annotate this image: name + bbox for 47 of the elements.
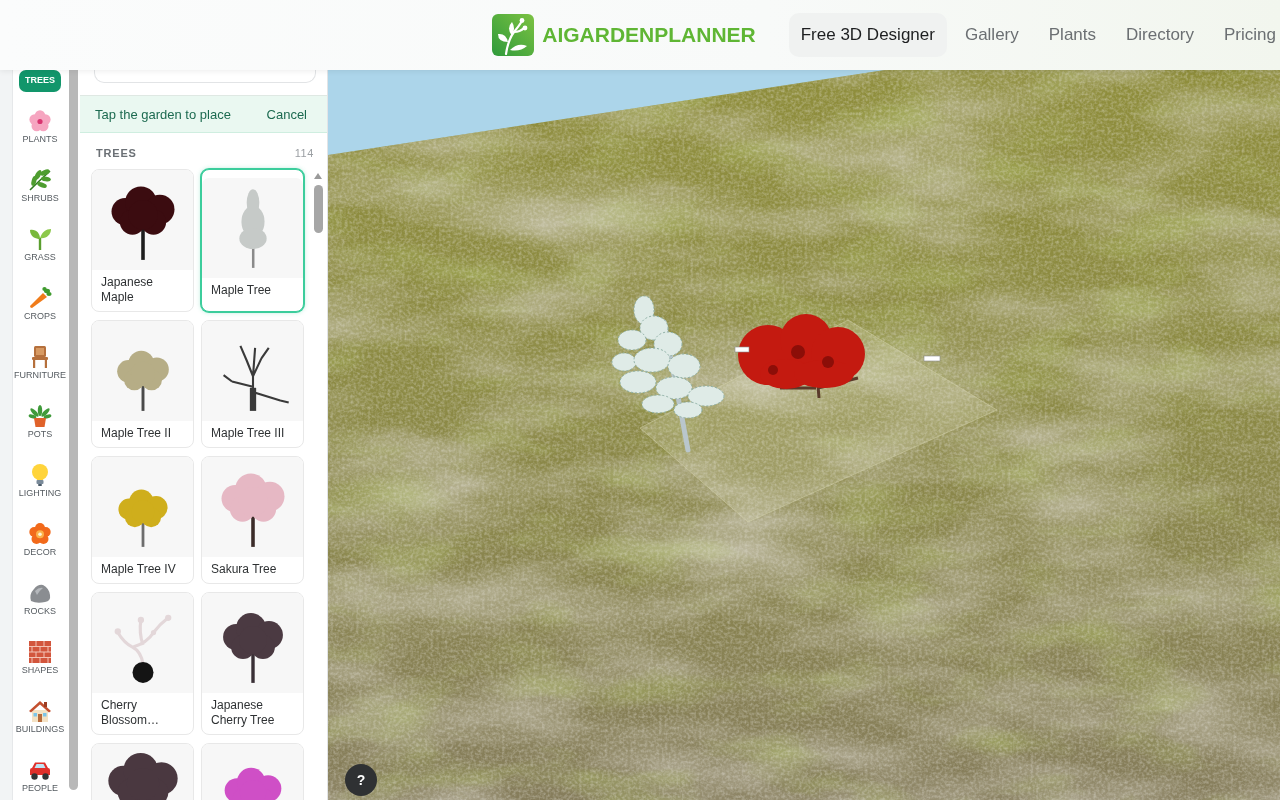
house-icon — [28, 699, 52, 723]
bushy-tree[interactable] — [738, 314, 865, 400]
section-title: TREES — [96, 147, 137, 159]
category-button[interactable]: DECOR — [19, 517, 61, 564]
item-count: 114 — [294, 147, 314, 159]
category-button[interactable]: LIGHTING — [17, 458, 63, 505]
potted-plant-icon — [28, 404, 52, 428]
sprout-icon — [28, 227, 52, 251]
tree-card[interactable]: Sakura Tree — [201, 456, 304, 584]
dimension-tag — [734, 346, 750, 353]
search-field[interactable] — [94, 70, 316, 83]
tree-card[interactable]: Cherry Blossom… — [91, 592, 194, 735]
dimension-tag — [923, 355, 941, 362]
tall-tree[interactable] — [611, 295, 725, 453]
nav-link[interactable]: Gallery — [964, 25, 1019, 45]
category-button[interactable]: SHRUBS — [19, 163, 61, 210]
banner-message: Tap the garden to place — [95, 106, 231, 122]
category-button[interactable]: PEOPLE — [19, 753, 61, 800]
scrollbar-thumb[interactable] — [313, 185, 323, 233]
category-button[interactable]: BUILDINGS — [14, 694, 66, 741]
category-button[interactable]: POTS — [19, 399, 61, 446]
flower-icon — [28, 522, 52, 546]
brick-wall-icon — [28, 640, 52, 664]
nav-link[interactable]: Free 3D Designer — [788, 13, 947, 57]
tree-card[interactable]: Maple Tree IV — [91, 456, 194, 584]
category-button[interactable]: CROPS — [19, 281, 61, 328]
tree-card[interactable]: Maple Tree — [201, 169, 304, 312]
category-button[interactable]: GRASS — [19, 222, 61, 269]
tree-card[interactable]: Japanese Maple — [91, 169, 194, 312]
tree-card[interactable]: Japanese Cherry Tree — [201, 592, 304, 735]
cancel-button[interactable]: Cancel — [266, 106, 307, 122]
nav-link[interactable]: Plants — [1048, 25, 1096, 45]
logo-icon[interactable] — [492, 14, 535, 56]
category-button[interactable]: ROCKS — [19, 576, 61, 623]
flower-icon — [28, 109, 52, 133]
category-button[interactable]: TREES — [19, 70, 61, 92]
nav-link[interactable]: Directory — [1126, 25, 1195, 45]
tree-card[interactable]: Maple Tree II — [91, 320, 194, 448]
scrollbar-thumb[interactable] — [69, 70, 78, 790]
category-button[interactable]: FURNITURE — [13, 340, 67, 387]
nav-link[interactable]: Pricing — [1224, 25, 1276, 45]
carrot-icon — [28, 286, 52, 310]
scroll-up-icon[interactable] — [314, 173, 322, 179]
category-button[interactable]: SHAPES — [19, 635, 61, 682]
category-button[interactable]: PLANTS — [19, 104, 61, 151]
tree-card[interactable]: Maple Tree III — [201, 320, 304, 448]
leaves-icon — [28, 168, 52, 192]
